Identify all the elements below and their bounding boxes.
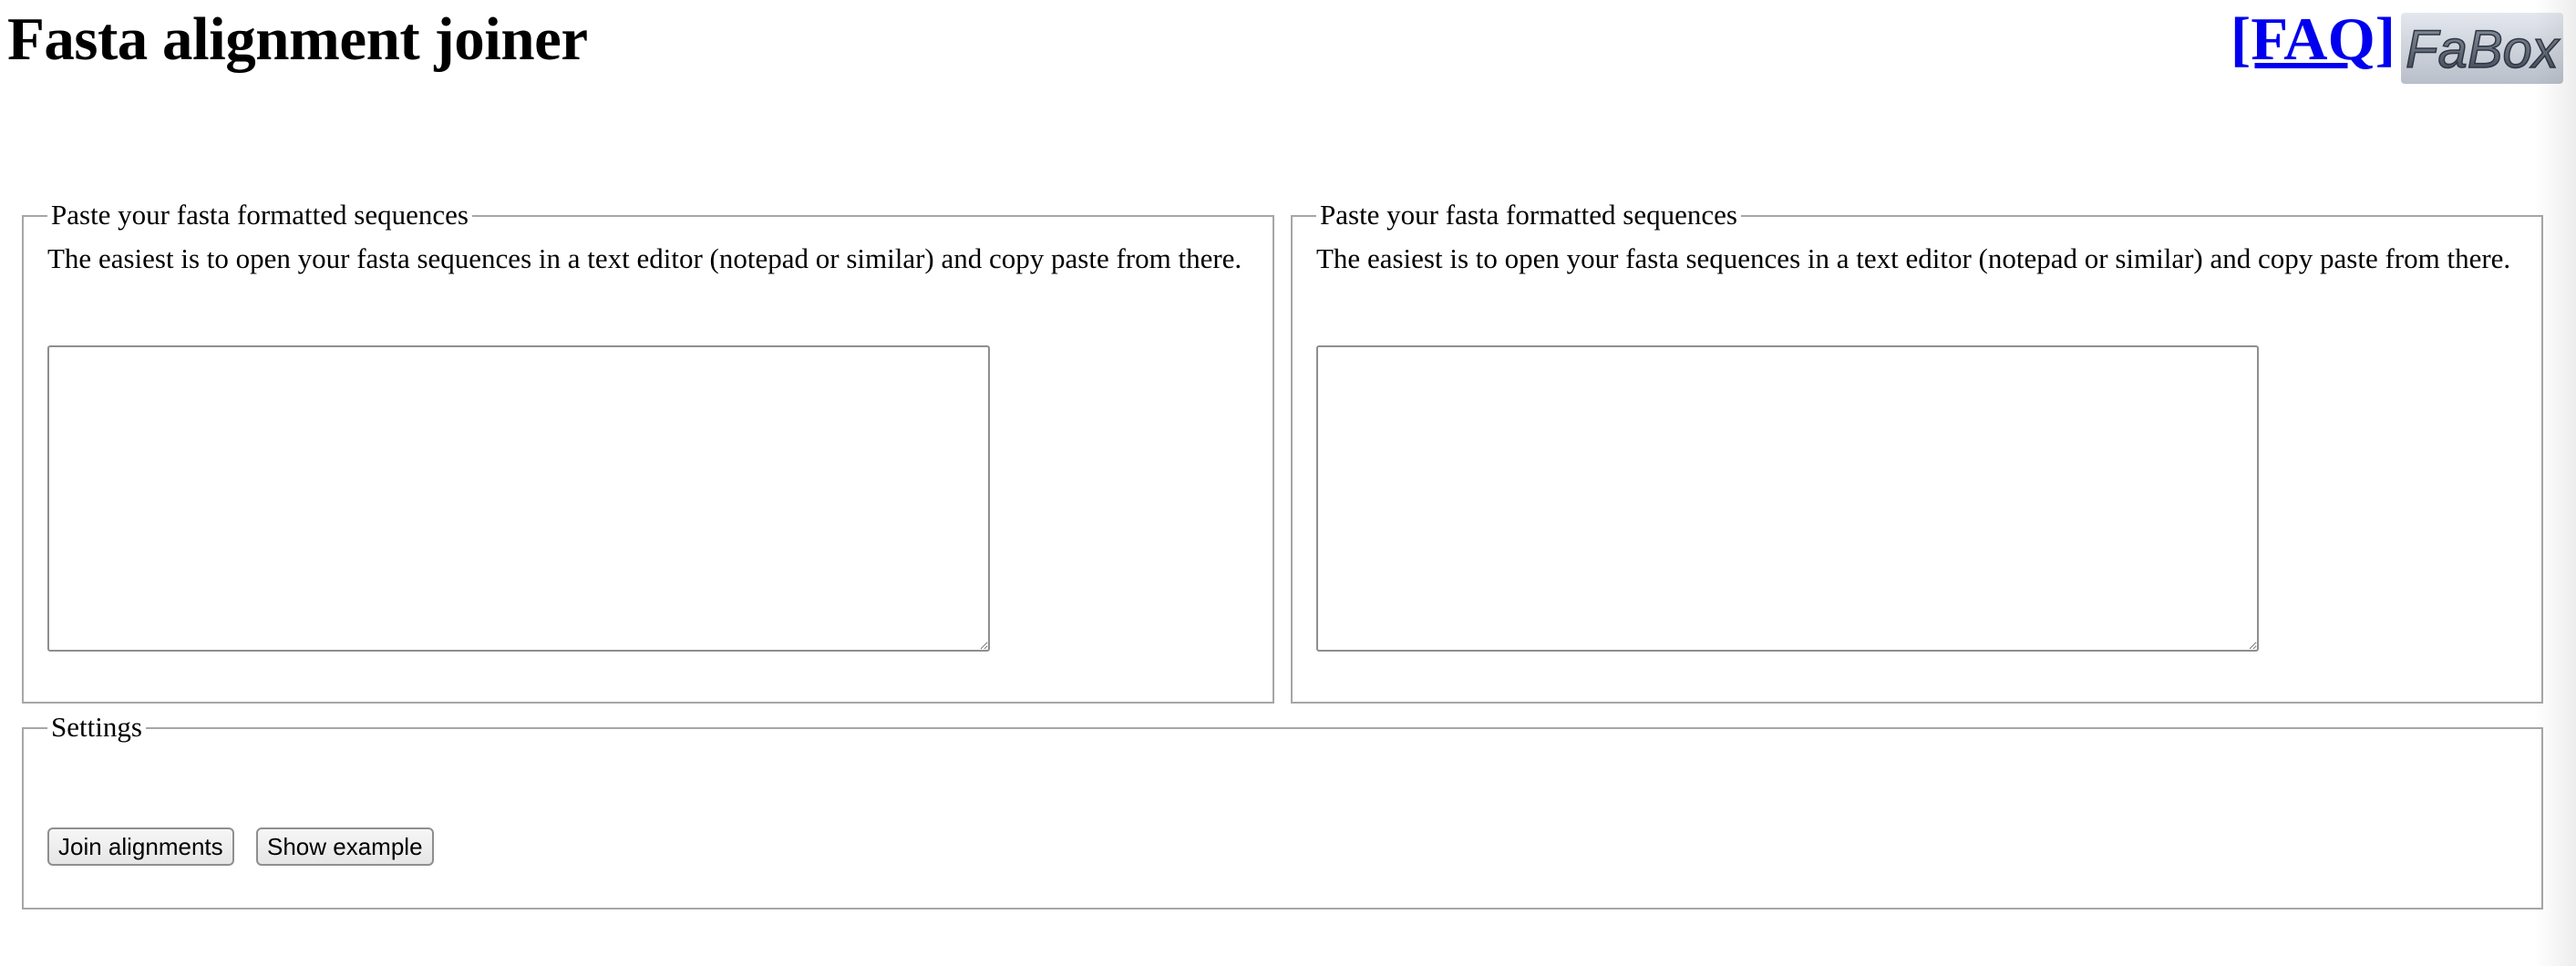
- page: Fasta alignment joiner [FAQ] FaBox Paste…: [0, 0, 2576, 966]
- header-right: [FAQ] FaBox: [2231, 7, 2563, 84]
- sequence-panel-1: Paste your fasta formatted sequences The…: [22, 199, 1274, 704]
- panel-2-help: The easiest is to open your fasta sequen…: [1316, 242, 2511, 274]
- sequence-input-2[interactable]: [1316, 345, 2259, 652]
- panel-2-legend: Paste your fasta formatted sequences: [1316, 199, 1741, 231]
- settings-legend: Settings: [47, 711, 146, 744]
- faq-link[interactable]: [FAQ]: [2231, 7, 2396, 71]
- sequence-input-1[interactable]: [47, 345, 990, 652]
- page-title: Fasta alignment joiner: [7, 5, 588, 73]
- panel-1-help: The easiest is to open your fasta sequen…: [47, 242, 1242, 274]
- join-alignments-button[interactable]: Join alignments: [47, 827, 234, 866]
- show-example-button[interactable]: Show example: [256, 827, 434, 866]
- scrollbar-track[interactable]: [2534, 0, 2576, 966]
- panel-1-legend: Paste your fasta formatted sequences: [47, 199, 472, 231]
- sequence-panel-2: Paste your fasta formatted sequences The…: [1291, 199, 2543, 704]
- settings-panel: Settings Join alignments Show example: [22, 711, 2543, 909]
